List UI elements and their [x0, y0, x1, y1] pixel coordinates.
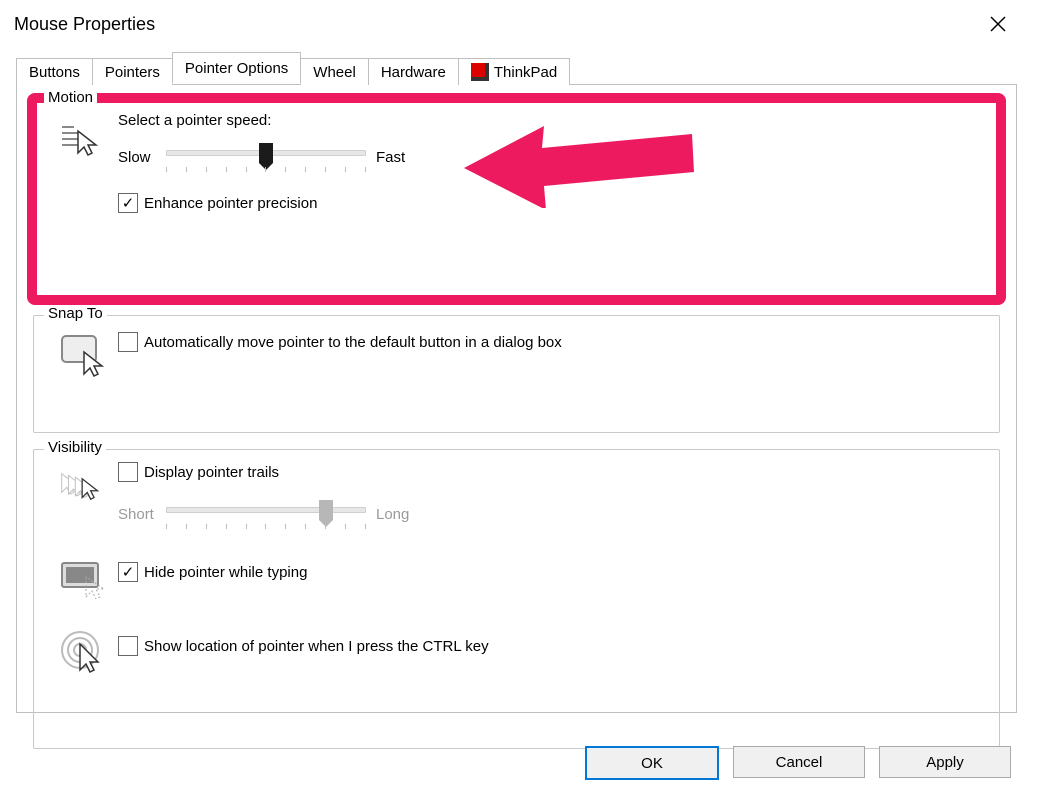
pointer-trails-checkbox[interactable]: Display pointer trails — [118, 462, 279, 482]
tab-pointers[interactable]: Pointers — [92, 58, 173, 85]
apply-button[interactable]: Apply — [879, 746, 1011, 778]
tab-wheel[interactable]: Wheel — [300, 58, 369, 85]
trails-length-slider-thumb — [319, 500, 333, 520]
slider-long-label: Long — [366, 506, 424, 523]
group-visibility: Visibility — [33, 449, 1000, 749]
ctrl-locate-checkbox[interactable]: Show location of pointer when I press th… — [118, 636, 489, 656]
tab-page-pointer-options: Motion Select a pointer speed — [16, 85, 1017, 713]
pointer-trails-label: Display pointer trails — [144, 464, 279, 481]
tab-pointer-options[interactable]: Pointer Options — [172, 52, 301, 84]
tab-strip: Buttons Pointers Pointer Options Wheel H… — [16, 53, 1017, 85]
group-motion: Motion Select a pointer speed — [33, 99, 1000, 299]
snap-to-checkbox[interactable]: Automatically move pointer to the defaul… — [118, 332, 562, 352]
ctrl-locate-icon — [60, 630, 106, 676]
slider-slow-label: Slow — [118, 149, 166, 166]
snap-to-label: Automatically move pointer to the defaul… — [144, 334, 562, 351]
enhance-precision-label: Enhance pointer precision — [144, 195, 317, 212]
checkbox-icon — [118, 332, 138, 352]
enhance-precision-checkbox[interactable]: Enhance pointer precision — [118, 193, 317, 213]
pointer-speed-label: Select a pointer speed: — [118, 112, 985, 129]
ctrl-locate-label: Show location of pointer when I press th… — [144, 638, 489, 655]
checkbox-icon — [118, 193, 138, 213]
pointer-speed-icon — [60, 116, 106, 162]
checkbox-icon — [118, 462, 138, 482]
tab-thinkpad-label: ThinkPad — [494, 64, 557, 81]
dialog-button-bar: OK Cancel Apply — [585, 746, 1011, 780]
close-icon — [989, 15, 1007, 33]
group-snap-to-legend: Snap To — [44, 305, 107, 322]
tab-hardware[interactable]: Hardware — [368, 58, 459, 85]
checkbox-icon — [118, 562, 138, 582]
tab-buttons[interactable]: Buttons — [16, 58, 93, 85]
close-button[interactable] — [979, 9, 1017, 39]
thinkpad-icon — [471, 63, 489, 81]
group-snap-to: Snap To Automatically move pointer to th… — [33, 315, 1000, 433]
pointer-trails-icon — [60, 466, 106, 512]
group-visibility-legend: Visibility — [44, 439, 106, 456]
slider-short-label: Short — [118, 506, 166, 523]
slider-fast-label: Fast — [366, 149, 424, 166]
hide-while-typing-label: Hide pointer while typing — [144, 564, 307, 581]
hide-while-typing-icon — [60, 556, 106, 602]
pointer-speed-slider[interactable] — [166, 143, 366, 171]
mouse-properties-dialog: Mouse Properties Buttons Pointers Pointe… — [4, 3, 1029, 788]
title-bar: Mouse Properties — [4, 3, 1029, 47]
group-motion-legend: Motion — [44, 89, 97, 106]
trails-length-slider — [166, 500, 366, 528]
pointer-speed-slider-thumb[interactable] — [259, 143, 273, 163]
tab-thinkpad[interactable]: ThinkPad — [458, 58, 570, 85]
snap-to-icon — [60, 332, 106, 378]
ok-button[interactable]: OK — [585, 746, 719, 780]
dialog-title: Mouse Properties — [14, 14, 155, 35]
hide-while-typing-checkbox[interactable]: Hide pointer while typing — [118, 562, 307, 582]
checkbox-icon — [118, 636, 138, 656]
cancel-button[interactable]: Cancel — [733, 746, 865, 778]
